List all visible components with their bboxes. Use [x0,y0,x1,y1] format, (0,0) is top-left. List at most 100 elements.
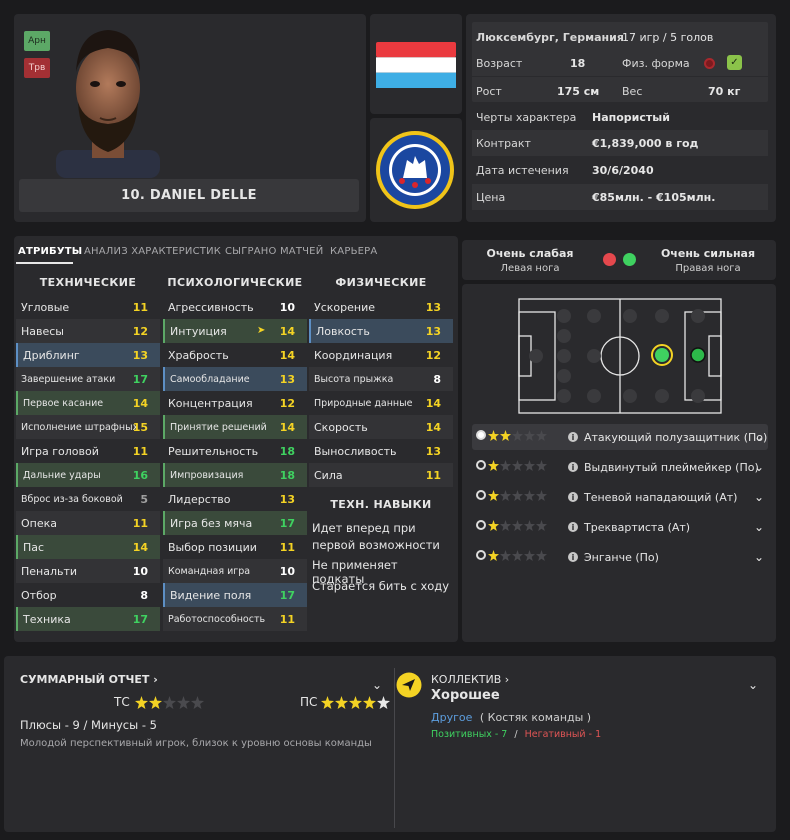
attribute-row[interactable]: Опека 11 [16,511,160,535]
injury-status-icon[interactable] [704,58,715,69]
role-selector-icon[interactable] [476,460,486,470]
role-selector-icon[interactable] [476,520,486,530]
attribute-row[interactable]: Природные данные 14 [309,391,453,415]
attribute-row[interactable]: Вброс из-за боковой 5 [16,487,160,511]
attribute-row[interactable]: Завершение атаки 17 [16,367,160,391]
attribute-row[interactable]: Навесы 12 [16,319,160,343]
chevron-down-icon[interactable]: ⌄ [754,460,764,474]
role-stars [476,430,548,444]
attribute-row[interactable]: Решительность 18 [163,439,307,463]
attribute-row[interactable]: Ловкость 13 [309,319,453,343]
role-selector-icon[interactable] [476,550,486,560]
attribute-row[interactable]: Скорость 14 [309,415,453,439]
attribute-name: Ловкость [316,324,370,338]
negative-count[interactable]: Негативный - 1 [525,729,602,740]
chevron-down-icon[interactable]: ⌄ [754,550,764,564]
role-row[interactable]: i Теневой нападающий (Ат) ⌄ [472,484,768,510]
chevron-down-icon[interactable]: ⌄ [754,430,764,444]
contract-value[interactable]: €1,839,000 в год [592,137,698,150]
attribute-row[interactable]: Агрессивность 10 [163,295,307,319]
info-icon[interactable]: i [568,522,578,532]
attribute-row[interactable]: Интуиция 14 ➤ [163,319,307,343]
physical-header: ФИЗИЧЕСКИЕ [335,276,427,289]
attribute-row[interactable]: Храбрость 14 [163,343,307,367]
attribute-value: 13 [425,324,441,338]
attribute-name: Самообладание [170,373,250,385]
info-icon[interactable]: i [568,432,578,442]
attribute-row[interactable]: Исполнение штрафных 15 [16,415,160,439]
role-selector-icon[interactable] [476,490,486,500]
expiry-value: 30/6/2040 [592,163,654,177]
attribute-row[interactable]: Высота прыжка 8 [309,367,453,391]
info-icon[interactable]: i [568,462,578,472]
attribute-row[interactable]: Видение поля 17 [163,583,307,607]
attribute-row[interactable]: Выбор позиции 11 [163,535,307,559]
positive-count[interactable]: Позитивных - 7 [431,729,507,740]
attribute-row[interactable]: Принятие решений 14 [163,415,307,439]
attribute-row[interactable]: Дальние удары 16 [16,463,160,487]
team-group: Другое ( Костяк команды ) [431,711,591,724]
badge-top[interactable]: Арн [24,31,50,51]
report-title[interactable]: СУММАРНЫЙ ОТЧЕТ › [20,673,158,686]
attribute-row[interactable]: Первое касание 14 [16,391,160,415]
attribute-row[interactable]: Концентрация 12 [163,391,307,415]
attribute-name: Вброс из-за боковой [21,493,123,505]
attribute-row[interactable]: Сила 11 [309,463,453,487]
attribute-row[interactable]: Командная игра 10 [163,559,307,583]
report-expand-icon[interactable]: ⌄ [372,678,382,692]
attribute-name: Координация [314,348,393,362]
attribute-value: 11 [132,300,148,314]
attribute-row[interactable]: Игра головой 11 [16,439,160,463]
international-caps[interactable]: 17 игр / 5 голов [622,31,713,44]
role-row[interactable]: i Атакующий полузащитник (По) ⌄ [472,424,768,450]
attribute-row[interactable]: Угловые 11 [16,295,160,319]
pros-cons[interactable]: Плюсы - 9 / Минусы - 5 [20,718,157,732]
attribute-row[interactable]: Самообладание 13 [163,367,307,391]
attribute-row[interactable]: Лидерство 13 [163,487,307,511]
info-icon[interactable]: i [568,552,578,562]
info-icon[interactable]: i [568,492,578,502]
attribute-name: Исполнение штрафных [21,421,139,433]
attribute-name: Первое касание [23,397,104,409]
role-row[interactable]: i Энганче (По) ⌄ [472,544,768,570]
attribute-row[interactable]: Пас 14 [16,535,160,559]
trait-item-0[interactable]: Идет вперед при первой возможности [312,520,452,554]
attribute-row[interactable]: Игра без мяча 17 [163,511,307,535]
pitch-diagram[interactable] [518,298,722,414]
attribute-name: Опека [21,516,58,530]
role-row[interactable]: i Выдвинутый плеймейкер (По) ⌄ [472,454,768,480]
right-foot-label: Правая нога [675,263,741,274]
role-name: Энганче (По) [584,550,659,564]
team-expand-icon[interactable]: ⌄ [748,678,758,692]
role-stars [476,550,548,564]
tab-matches[interactable]: СЫГРАНО МАТЧЕЙ [225,246,323,257]
team-status: Хорошее [431,688,500,703]
attribute-row[interactable]: Техника 17 [16,607,160,631]
potential-ability-stars [321,694,391,713]
right-foot-indicator [623,253,636,266]
tab-career[interactable]: КАРЬЕРА [330,246,377,257]
tab-attributes[interactable]: АТРИБУТЫ [18,246,82,257]
attribute-row[interactable]: Выносливость 13 [309,439,453,463]
team-group-link[interactable]: Другое [431,711,472,724]
mental-header: ПСИХОЛОГИЧЕСКИЕ [167,276,303,289]
attribute-row[interactable]: Отбор 8 [16,583,160,607]
attribute-row[interactable]: Координация 12 [309,343,453,367]
attribute-row[interactable]: Работоспособность 11 [163,607,307,631]
attribute-row[interactable]: Дриблинг 13 [16,343,160,367]
badge-bottom[interactable]: Трв [24,58,50,78]
team-title[interactable]: КОЛЛЕКТИВ › [431,673,509,686]
attribute-row[interactable]: Пенальти 10 [16,559,160,583]
chevron-down-icon[interactable]: ⌄ [754,520,764,534]
attribute-row[interactable]: Импровизация 18 [163,463,307,487]
attribute-name: Импровизация [170,469,244,481]
trait-item-2[interactable]: Старается бить с ходу [312,579,452,593]
chevron-down-icon[interactable]: ⌄ [754,490,764,504]
role-selector-icon[interactable] [476,430,486,440]
tab-analysis[interactable]: АНАЛИЗ ХАРАКТЕРИСТИК [84,246,221,257]
role-row[interactable]: i Треквартиста (Ат) ⌄ [472,514,768,540]
personality-value[interactable]: Напористый [592,111,670,124]
team-title-text: КОЛЛЕКТИВ [431,673,502,686]
attribute-row[interactable]: Ускорение 13 [309,295,453,319]
fitness-check-icon[interactable]: ✓ [727,55,742,70]
